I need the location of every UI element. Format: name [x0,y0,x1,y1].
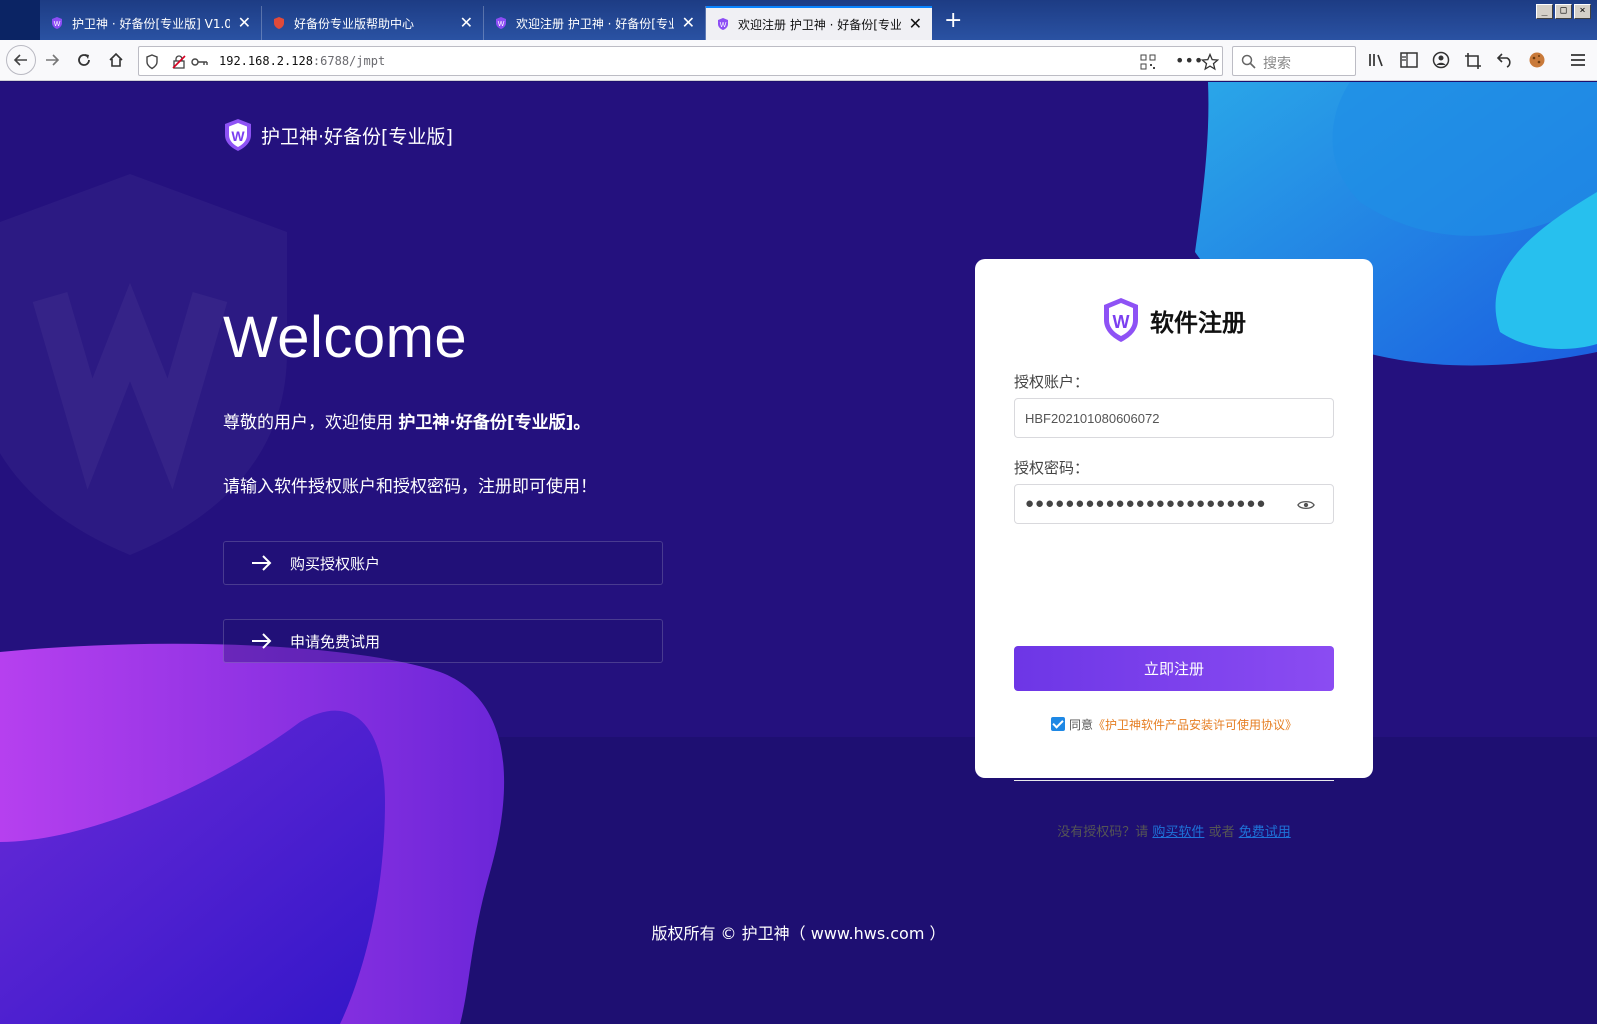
account-input[interactable] [1014,398,1334,438]
free-trial-button[interactable]: 申请免费试用 [223,619,663,663]
card-header: W 软件注册 [975,297,1373,343]
show-password-eye-icon[interactable] [1297,499,1315,511]
more-actions-icon[interactable]: ••• [1175,51,1203,70]
reload-button[interactable] [72,48,96,72]
back-button[interactable] [6,45,36,75]
navigation-toolbar: 192.168.2.128:6788/jmpt ••• 搜索 [0,40,1597,81]
home-button[interactable] [104,48,128,72]
tab-title: 护卫神 · 好备份[专业版] V1.0 [72,16,230,31]
menu-icon[interactable] [1570,53,1586,67]
close-tab-icon[interactable]: ✕ [909,16,922,32]
close-tab-icon[interactable]: ✕ [238,15,251,31]
greeting-product: 护卫神·好备份[专业版]。 [398,413,591,433]
search-icon [1241,54,1256,69]
card-divider [1014,780,1334,781]
shield-logo-icon: W [496,17,506,29]
buy-license-label: 购买授权账户 [290,554,381,573]
search-placeholder: 搜索 [1263,56,1291,72]
buy-software-link[interactable]: 购买软件 [1152,825,1204,840]
brand-name: 护卫神·好备份[专业版] [261,125,453,148]
greeting-text: 尊敬的用户，欢迎使用 护卫神·好备份[专业版]。 [223,408,590,433]
arrow-right-icon [252,555,272,571]
svg-text:W: W [54,21,61,28]
svg-text:W: W [231,128,245,144]
window-controls: _ □ × [1536,4,1591,19]
arrow-right-icon [46,54,60,66]
free-trial-link[interactable]: 免费试用 [1239,825,1291,840]
reload-icon [78,54,90,66]
browser-tab-strip: W 护卫神 · 好备份[专业版] V1.0 ✕ 好备份专业版帮助中心 ✕ W 欢… [0,0,1597,40]
tab-3[interactable]: W 欢迎注册 护卫神 · 好备份[专业版] ✕ [484,6,706,40]
register-button[interactable]: 立即注册 [1014,646,1334,691]
new-tab-button[interactable]: + [944,10,962,32]
password-input[interactable]: ●●●●●●●●●●●●●●●●●●●●●●●● [1014,484,1334,524]
agreement-row: 同意《护卫神软件产品安装许可使用协议》 [975,716,1373,733]
registration-card: W 软件注册 授权账户： 授权密码： ●●●●●●●●●●●●●●●●●●●●●… [975,259,1373,840]
tab-title: 好备份专业版帮助中心 [294,16,415,31]
shield-logo-icon: W [718,18,728,30]
qr-code-icon[interactable] [1140,54,1156,70]
cookie-icon[interactable] [1528,51,1546,69]
buy-license-button[interactable]: 购买授权账户 [223,541,663,585]
no-code-text: 没有授权码？请 [1057,825,1153,840]
account-icon[interactable] [1432,51,1450,69]
close-window-icon[interactable]: × [1574,4,1591,19]
minimize-icon[interactable]: _ [1536,4,1553,19]
account-label: 授权账户： [1014,373,1090,391]
welcome-heading: Welcome [223,305,468,370]
url-host: 192.168.2.128 [219,54,313,68]
no-license-row: 没有授权码？请 购买软件 或者 免费试用 [975,821,1373,840]
greeting-prefix: 尊敬的用户，欢迎使用 [223,413,399,433]
insecure-lock-icon[interactable] [171,54,187,70]
arrow-left-icon [13,54,27,66]
close-tab-icon[interactable]: ✕ [682,15,695,31]
url-text: 192.168.2.128:6788/jmpt [219,54,385,68]
svg-text:W: W [498,21,505,28]
sidebar-icon[interactable] [1400,52,1418,68]
brand-header: W 护卫神·好备份[专业版] [223,118,453,152]
shield-logo-icon: W [1104,298,1138,342]
library-icon[interactable] [1368,52,1386,68]
tab-2[interactable]: 好备份专业版帮助中心 ✕ [262,6,484,40]
brand-shield-logo-icon: W [225,119,251,151]
tab-1[interactable]: W 护卫神 · 好备份[专业版] V1.0 ✕ [40,6,262,40]
url-path: :6788/jmpt [312,54,386,68]
shield-logo-icon: W [52,17,62,29]
agreement-link[interactable]: 《护卫神软件产品安装许可使用协议》 [1093,718,1297,732]
bookmark-star-icon[interactable] [1201,53,1219,71]
home-icon [109,52,123,67]
agree-checkbox[interactable] [1050,717,1065,731]
close-tab-icon[interactable]: ✕ [460,15,473,31]
forward-button[interactable] [40,48,64,72]
shield-red-icon [274,17,284,29]
agree-text: 同意 [1068,718,1093,732]
svg-text:W: W [1113,312,1130,332]
password-label: 授权密码： [1014,459,1090,477]
tab-title: 欢迎注册 护卫神 · 好备份[专业版] [516,16,674,31]
maximize-icon[interactable]: □ [1555,4,1572,19]
tab-4-active[interactable]: W 欢迎注册 护卫神 · 好备份[专业版] ✕ [706,6,932,40]
url-bar[interactable]: 192.168.2.128:6788/jmpt ••• [138,46,1223,76]
free-trial-label: 申请免费试用 [290,632,381,651]
instruction-text: 请输入软件授权账户和授权密码，注册即可使用！ [223,477,597,497]
undo-icon[interactable] [1496,52,1514,68]
key-icon[interactable] [191,55,209,69]
shield-tracking-icon[interactable] [145,54,159,70]
svg-text:W: W [720,22,727,29]
tab-strip-shade [0,0,40,40]
or-text: 或者 [1204,825,1239,840]
tab-title: 欢迎注册 护卫神 · 好备份[专业版] [738,17,901,32]
screenshot-crop-icon[interactable] [1464,52,1482,70]
search-bar[interactable]: 搜索 [1232,46,1356,76]
card-title: 软件注册 [1150,308,1246,337]
copyright-footer: 版权所有 © 护卫神（ www.hws.com ） [651,924,946,943]
registration-page: W 护卫神·好备份[专业版] Welcome 尊敬的用户，欢迎使用 护卫神·好备… [0,82,1597,1024]
arrow-right-icon [252,633,272,649]
